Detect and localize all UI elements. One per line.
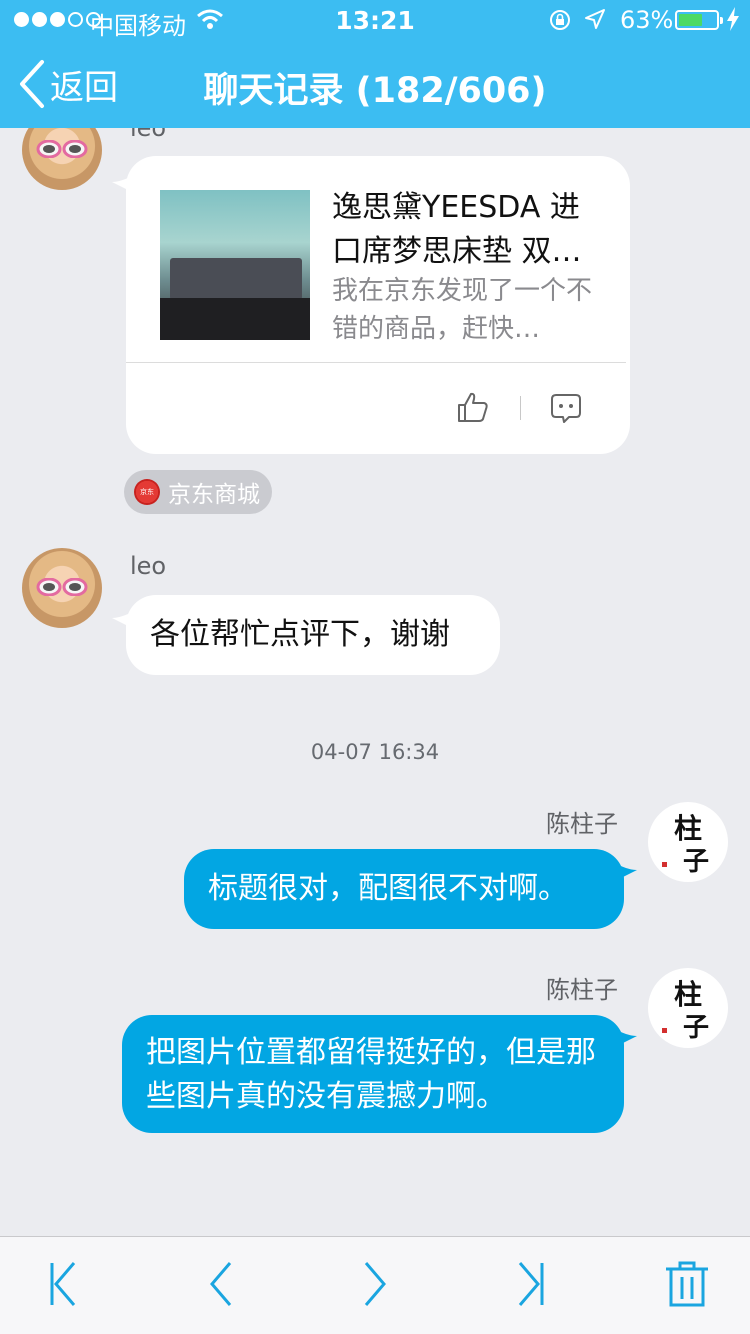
avatar[interactable] [22,128,102,190]
avatar-char: 子 [683,847,709,877]
avatar-char: 柱 [674,812,702,845]
last-page-icon[interactable] [506,1259,556,1309]
product-card[interactable]: 逸思黛YEESDA 进口席梦思床垫 双… 我在京东发现了一个不错的商品，赶快… [126,156,630,454]
message-text: 把图片位置都留得挺好的，但是那些图片真的没有震撼力啊。 [146,1035,596,1114]
timestamp: 04-07 16:34 [310,740,440,764]
jd-logo: 京东 [134,479,160,505]
message-text: 标题很对，配图很不对啊。 [208,871,568,906]
product-image[interactable] [160,190,310,340]
battery-percent: 63% [620,6,674,34]
page-title: 聊天记录 (182/606) [203,71,547,111]
card-divider [126,362,626,363]
rotation-lock-icon [550,10,570,30]
sender-name: 陈柱子 [546,976,618,1004]
trash-icon[interactable] [662,1259,712,1309]
battery-icon [675,10,723,30]
sender-name: 陈柱子 [546,810,618,838]
avatar-char: 柱 [674,978,702,1011]
next-page-icon[interactable] [350,1259,400,1309]
navigation-bar: 返回 聊天记录 (182/606) [0,40,750,128]
previous-page-icon[interactable] [196,1259,246,1309]
card-action-separator [520,396,521,420]
thumbs-up-icon[interactable] [456,390,490,424]
message-bubble[interactable]: 把图片位置都留得挺好的，但是那些图片真的没有震撼力啊。 [122,1015,624,1133]
location-arrow-icon [585,9,605,29]
top-bar: 中国移动 13:21 63% 返回 聊天记录 (182/606) [0,0,750,128]
sender-name: leo [130,552,167,580]
message-bubble[interactable]: 各位帮忙点评下，谢谢 [126,595,500,675]
calligraphy-avatar-icon: 柱 子 [662,812,709,877]
sender-name: leo [130,128,167,142]
avatar[interactable]: 柱 子 [648,802,728,882]
sunglasses-icon [36,140,88,158]
message-bubble[interactable]: 标题很对，配图很不对啊。 [184,849,624,929]
avatar[interactable]: 柱 子 [648,968,728,1048]
first-page-icon[interactable] [38,1259,88,1309]
bottom-toolbar [0,1236,750,1334]
chat-history[interactable]: leo 逸思黛YEESDA 进口席梦思床垫 双… 我在京东发现了一个不错的商品，… [0,128,750,1236]
source-tag[interactable]: 京东 京东商城 [124,470,272,514]
calligraphy-avatar-icon: 柱 子 [662,978,709,1043]
source-label: 京东商城 [168,482,260,508]
avatar[interactable] [22,548,102,628]
message-text: 各位帮忙点评下，谢谢 [150,617,450,652]
comment-icon[interactable] [550,392,582,424]
card-description: 我在京东发现了一个不错的商品，赶快… [332,276,593,344]
sunglasses-icon [36,578,88,596]
status-bar: 中国移动 13:21 63% [0,0,750,40]
avatar-char: 子 [683,1013,709,1043]
charging-bolt-icon [727,7,739,31]
card-title: 逸思黛YEESDA 进口席梦思床垫 双… [332,190,582,269]
